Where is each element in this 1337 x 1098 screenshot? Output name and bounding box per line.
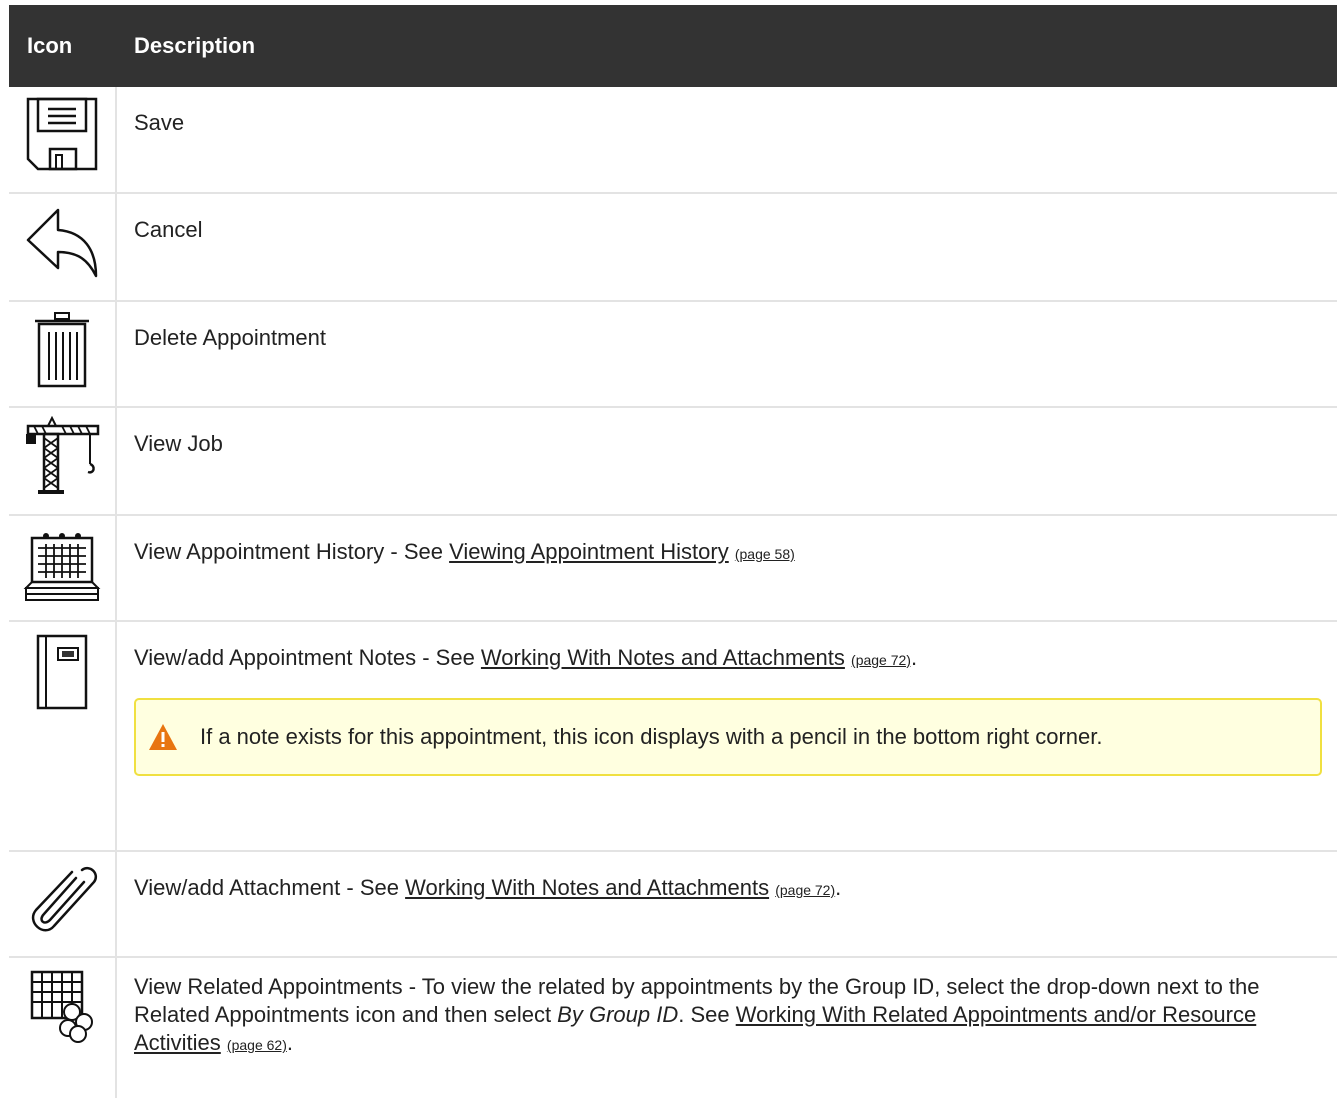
page-reference[interactable]: (page 62) [227, 1037, 287, 1053]
table-row: View Appointment History - See Viewing A… [9, 516, 1337, 622]
page-reference[interactable]: (page 72) [851, 652, 911, 668]
row-description: Save [134, 110, 185, 135]
table-row: View/add Attachment - See Working With N… [9, 852, 1337, 958]
row-description: View/add Attachment - See [134, 875, 406, 900]
table-row: Save [9, 87, 1337, 194]
notebook-icon [36, 634, 88, 710]
table-row: Cancel [9, 194, 1337, 302]
calendar-history-icon [23, 533, 101, 601]
link-working-with-notes[interactable]: Working With Notes and Attachments [405, 875, 769, 900]
link-working-with-notes[interactable]: Working With Notes and Attachments [481, 645, 845, 670]
related-appointments-icon [30, 970, 93, 1043]
row-description: Cancel [134, 217, 203, 242]
crane-icon [26, 416, 100, 494]
header-icon: Icon [27, 33, 73, 58]
row-description: View/add Appointment Notes - See [134, 645, 481, 670]
trash-icon [35, 312, 89, 388]
warning-note: If a note exists for this appointment, t… [134, 698, 1322, 776]
table-row: View Job [9, 408, 1337, 516]
page-reference[interactable]: (page 58) [735, 546, 795, 562]
row-description: View Job [134, 431, 223, 456]
table-row: View/add Appointment Notes - See Working… [9, 622, 1337, 852]
row-description: View Appointment History - See [134, 539, 450, 564]
table-row: Delete Appointment [9, 302, 1337, 408]
note-text: If a note exists for this appointment, t… [200, 724, 1103, 749]
save-icon [26, 97, 98, 171]
icon-description-table: Icon Description Save Cancel Delete Appo… [9, 5, 1337, 1098]
table-row: View Related Appointments - To view the … [9, 958, 1337, 1098]
group-id-option: By Group ID [557, 1002, 679, 1027]
row-description: Delete Appointment [134, 325, 327, 350]
cancel-undo-icon [26, 208, 98, 278]
table-header: Icon Description [9, 5, 1337, 87]
link-viewing-appointment-history[interactable]: Viewing Appointment History [449, 539, 729, 564]
paperclip-icon [31, 866, 98, 932]
page-reference[interactable]: (page 72) [775, 882, 835, 898]
header-description: Description [134, 33, 256, 58]
warning-icon [149, 724, 177, 750]
